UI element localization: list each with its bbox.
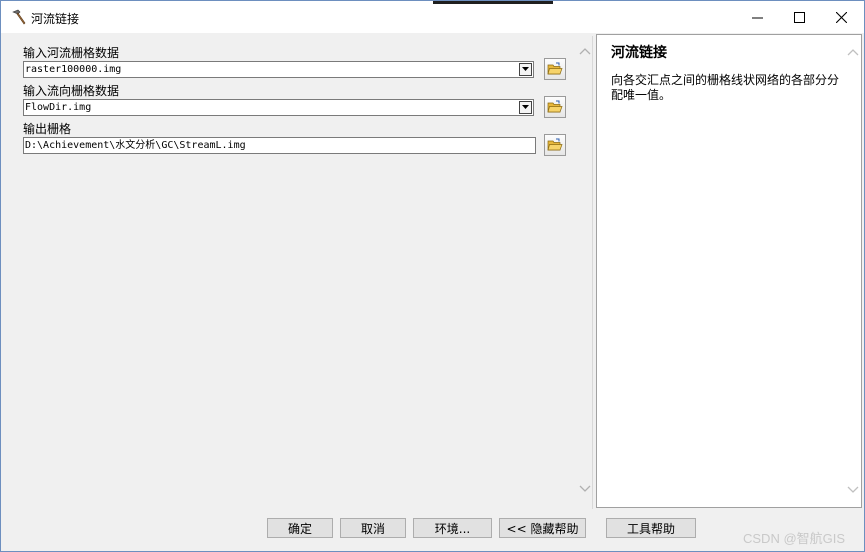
- open-folder-icon: [547, 138, 563, 151]
- help-description: 向各交汇点之间的栅格线状网络的各部分分配唯一值。: [611, 73, 840, 102]
- open-folder-icon: [547, 100, 563, 113]
- cancel-button[interactable]: 取消: [340, 518, 406, 538]
- stream-raster-value: raster100000.img: [25, 64, 122, 75]
- button-bar: 确定 取消 环境... << 隐藏帮助 工具帮助 CSDN @智航GIS: [1, 509, 864, 551]
- tool-help-button[interactable]: 工具帮助: [606, 518, 696, 538]
- maximize-icon: [793, 11, 805, 23]
- flowdir-raster-label: 输入流向栅格数据: [23, 84, 120, 98]
- parameters-pane: 输入河流栅格数据 raster100000.img 输入流向栅格数据 FlowD…: [5, 36, 593, 509]
- output-raster-label: 输出栅格: [23, 122, 72, 136]
- stream-raster-label: 输入河流栅格数据: [23, 46, 120, 60]
- scroll-up-icon[interactable]: [579, 46, 591, 56]
- close-icon: [835, 11, 847, 23]
- minimize-icon: [751, 17, 763, 18]
- ok-button[interactable]: 确定: [267, 518, 333, 538]
- tool-dialog-window: 河流链接 输入河流栅格数据 raster100000.img 输入流向栅格数据 …: [0, 0, 865, 552]
- open-folder-icon: [547, 62, 563, 75]
- hide-help-button[interactable]: << 隐藏帮助: [499, 518, 586, 538]
- stream-raster-browse-button[interactable]: [544, 58, 566, 80]
- hammer-icon: [12, 9, 26, 25]
- help-title: 河流链接: [611, 45, 667, 61]
- title-bar[interactable]: 河流链接: [1, 1, 864, 33]
- environments-button[interactable]: 环境...: [413, 518, 492, 538]
- flowdir-raster-combo[interactable]: FlowDir.img: [23, 99, 534, 116]
- scroll-down-icon[interactable]: [847, 485, 859, 495]
- flowdir-raster-value: FlowDir.img: [25, 102, 92, 113]
- chevron-down-icon: [522, 67, 529, 71]
- flowdir-raster-dropdown-arrow[interactable]: [519, 101, 532, 114]
- parameters-scrollbar[interactable]: [577, 36, 592, 509]
- window-title: 河流链接: [31, 12, 80, 26]
- minimize-button[interactable]: [735, 1, 779, 33]
- output-raster-input[interactable]: D:\Achievement\水文分析\GC\StreamL.img: [23, 137, 536, 154]
- stream-raster-combo[interactable]: raster100000.img: [23, 61, 534, 78]
- flowdir-raster-browse-button[interactable]: [544, 96, 566, 118]
- output-raster-browse-button[interactable]: [544, 134, 566, 156]
- scroll-up-icon[interactable]: [847, 47, 859, 57]
- stream-raster-dropdown-arrow[interactable]: [519, 63, 532, 76]
- help-pane: 河流链接 向各交汇点之间的栅格线状网络的各部分分配唯一值。: [596, 34, 862, 508]
- title-accent-bar: [433, 1, 553, 4]
- chevron-down-icon: [522, 105, 529, 109]
- maximize-button[interactable]: [777, 1, 821, 33]
- help-scrollbar[interactable]: [846, 35, 861, 507]
- scroll-down-icon[interactable]: [579, 484, 591, 494]
- close-button[interactable]: [819, 1, 863, 33]
- watermark-text: CSDN @智航GIS: [743, 531, 846, 546]
- output-raster-value: D:\Achievement\水文分析\GC\StreamL.img: [25, 140, 246, 151]
